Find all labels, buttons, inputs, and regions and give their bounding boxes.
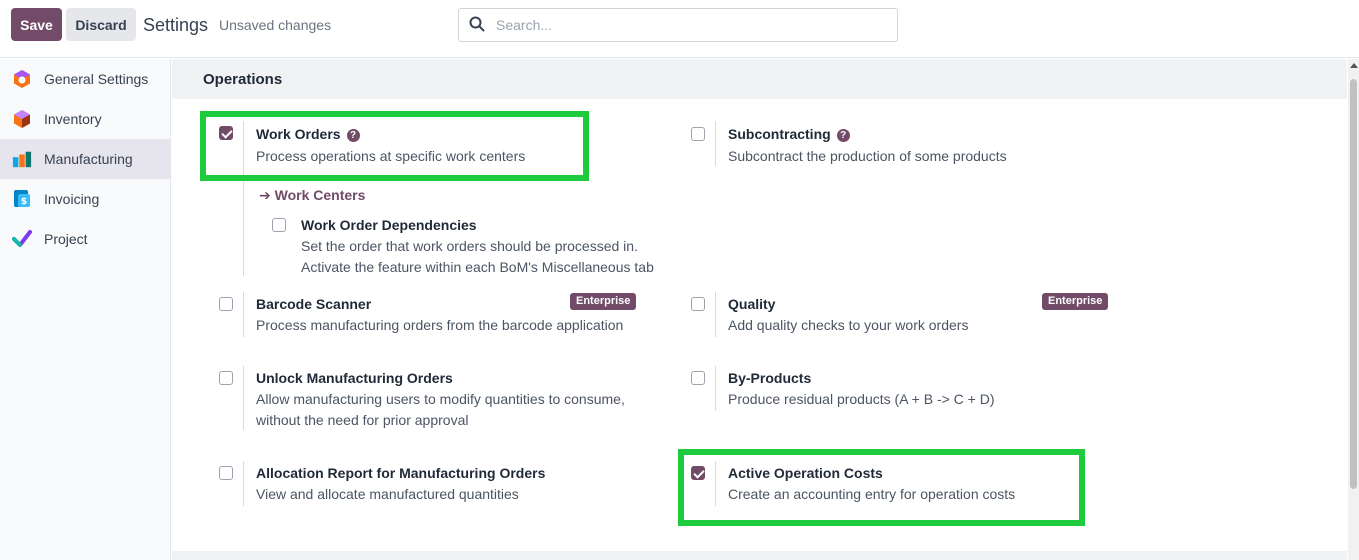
unlock-manufacturing-orders-description: Allow manufacturing users to modify quan…	[256, 391, 625, 407]
discard-button[interactable]: Discard	[66, 8, 136, 41]
unlock-manufacturing-orders-title: Unlock Manufacturing Orders	[256, 370, 453, 386]
settings-sidebar: General Settings Inventory Manufacturing…	[0, 59, 171, 560]
subcontracting-description: Subcontract the production of some produ…	[728, 148, 1007, 164]
setting-divider	[243, 366, 244, 430]
sidebar-item-label: General Settings	[44, 71, 149, 87]
by-products-checkbox[interactable]	[691, 371, 705, 385]
unlock-manufacturing-orders-description: without the need for prior approval	[256, 412, 469, 428]
setting-divider	[715, 292, 716, 337]
setting-divider	[243, 461, 244, 506]
setting-divider	[715, 121, 716, 166]
work-order-dependencies-title: Work Order Dependencies	[301, 217, 477, 233]
invoicing-icon: $	[12, 189, 32, 209]
sidebar-item-general-settings[interactable]: General Settings	[0, 59, 170, 99]
control-panel: Save Discard Settings Unsaved changes	[0, 0, 1359, 58]
sidebar-item-invoicing[interactable]: $ Invoicing	[0, 179, 170, 219]
quality-title: Quality	[728, 296, 776, 312]
sidebar-item-label: Manufacturing	[44, 151, 133, 167]
setting-divider	[243, 292, 244, 337]
next-section-header	[172, 551, 1347, 560]
page-scrollbar[interactable]	[1348, 59, 1359, 560]
work-order-dependencies-description: Set the order that work orders should be…	[301, 238, 638, 254]
sidebar-item-project[interactable]: Project	[0, 219, 170, 259]
enterprise-badge: Enterprise	[1042, 293, 1109, 310]
unsaved-changes-status: Unsaved changes	[219, 17, 332, 33]
setting-divider	[715, 366, 716, 411]
search-bar[interactable]	[458, 8, 898, 42]
barcode-scanner-description: Process manufacturing orders from the ba…	[256, 317, 624, 333]
subcontracting-title: Subcontracting?	[728, 126, 850, 142]
inventory-icon	[12, 109, 32, 129]
general-settings-icon	[12, 69, 32, 89]
highlight-box-work-orders	[200, 111, 589, 181]
manufacturing-icon	[12, 149, 32, 169]
allocation-report-checkbox[interactable]	[219, 466, 233, 480]
barcode-scanner-checkbox[interactable]	[219, 297, 233, 311]
sidebar-item-manufacturing[interactable]: Manufacturing	[0, 139, 170, 179]
highlight-box-operation-costs	[678, 449, 1085, 526]
allocation-report-description: View and allocate manufactured quantitie…	[256, 486, 519, 502]
section-header: Operations	[172, 59, 1347, 99]
quality-description: Add quality checks to your work orders	[728, 317, 969, 333]
save-button[interactable]: Save	[11, 8, 62, 41]
work-order-dependencies-description: Activate the feature within each BoM's M…	[301, 259, 654, 275]
sidebar-item-label: Project	[44, 231, 88, 247]
section-title: Operations	[203, 71, 283, 88]
subcontracting-checkbox[interactable]	[691, 127, 705, 141]
unlock-manufacturing-orders-checkbox[interactable]	[219, 371, 233, 385]
allocation-report-title: Allocation Report for Manufacturing Orde…	[256, 465, 546, 481]
by-products-description: Produce residual products (A + B -> C + …	[728, 391, 995, 407]
help-icon[interactable]: ?	[836, 129, 850, 142]
search-icon	[469, 16, 485, 35]
project-icon	[12, 229, 32, 249]
barcode-scanner-title: Barcode Scanner	[256, 296, 372, 312]
scroll-thumb[interactable]	[1350, 79, 1357, 489]
sidebar-item-inventory[interactable]: Inventory	[0, 99, 170, 139]
scroll-up-arrow-icon[interactable]	[1350, 63, 1358, 68]
sidebar-item-label: Invoicing	[44, 191, 100, 207]
page-title: Settings	[143, 15, 209, 35]
quality-checkbox[interactable]	[691, 297, 705, 311]
arrow-right-icon: ➔	[259, 187, 271, 203]
svg-text:$: $	[21, 197, 27, 207]
work-order-dependencies-checkbox[interactable]	[272, 218, 286, 232]
sidebar-item-label: Inventory	[44, 111, 102, 127]
enterprise-badge: Enterprise	[570, 293, 637, 310]
work-centers-link[interactable]: ➔ Work Centers	[259, 187, 365, 204]
by-products-title: By-Products	[728, 370, 812, 386]
search-input[interactable]	[496, 17, 876, 33]
